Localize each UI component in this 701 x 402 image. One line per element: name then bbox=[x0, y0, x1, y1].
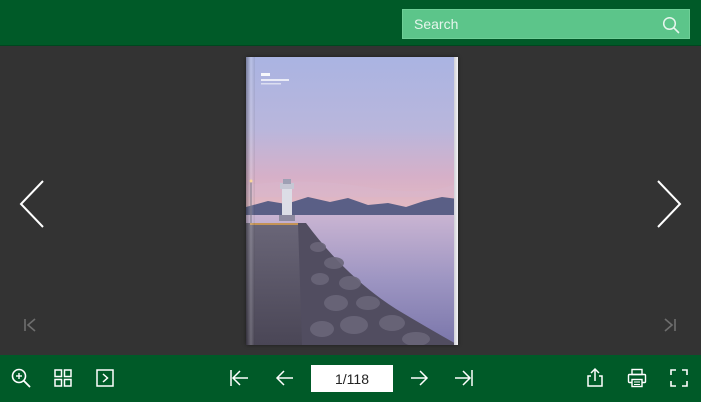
toolbar-prev-page-button[interactable] bbox=[273, 366, 297, 390]
search-input[interactable] bbox=[403, 10, 653, 38]
page-edge bbox=[454, 57, 458, 345]
search-box[interactable] bbox=[402, 9, 690, 39]
top-bar bbox=[0, 0, 701, 46]
print-button[interactable] bbox=[625, 366, 649, 390]
share-button[interactable] bbox=[583, 366, 607, 390]
page-number-input[interactable] bbox=[311, 365, 393, 392]
bottom-toolbar bbox=[0, 355, 701, 402]
flipbook-viewer bbox=[0, 47, 701, 355]
thumbnails-button[interactable] bbox=[51, 366, 75, 390]
play-icon bbox=[96, 369, 114, 387]
arrow-left-icon bbox=[275, 370, 293, 386]
print-icon bbox=[627, 368, 647, 388]
cover-logo bbox=[261, 73, 289, 85]
fullscreen-icon bbox=[670, 369, 688, 387]
search-icon[interactable] bbox=[662, 16, 680, 34]
next-page-chevron-right-icon[interactable] bbox=[654, 178, 684, 230]
arrow-right-icon bbox=[411, 370, 429, 386]
zoom-button[interactable] bbox=[9, 366, 33, 390]
grid-icon bbox=[54, 369, 72, 387]
page-gutter-shadow bbox=[246, 57, 255, 345]
toolbar-last-page-button[interactable] bbox=[452, 366, 476, 390]
first-page-icon[interactable] bbox=[22, 317, 38, 333]
share-icon bbox=[587, 367, 603, 387]
zoom-in-icon bbox=[11, 368, 31, 388]
fullscreen-button[interactable] bbox=[667, 366, 691, 390]
last-page-icon[interactable] bbox=[662, 317, 678, 333]
toolbar-next-page-button[interactable] bbox=[407, 366, 431, 390]
cover-photo-lighthouse bbox=[246, 57, 458, 345]
book-cover-page[interactable] bbox=[246, 57, 458, 345]
first-page-icon bbox=[230, 370, 248, 386]
autoplay-button[interactable] bbox=[93, 366, 117, 390]
last-page-icon bbox=[455, 370, 473, 386]
toolbar-first-page-button[interactable] bbox=[227, 366, 251, 390]
prev-page-chevron-left-icon[interactable] bbox=[17, 178, 47, 230]
